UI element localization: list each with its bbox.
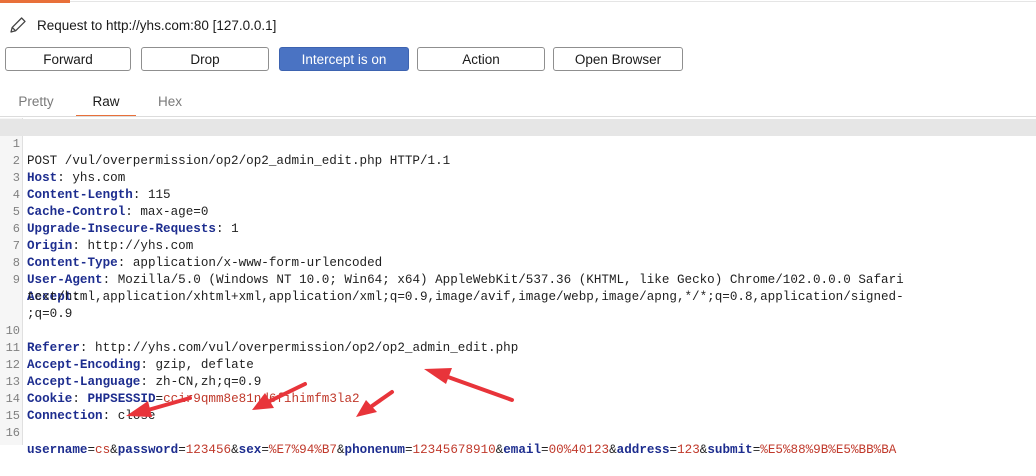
forward-button[interactable]: Forward <box>5 47 131 71</box>
arrow-icon <box>252 382 307 410</box>
request-info-bar: Request to http://yhs.com:80 [127.0.0.1] <box>8 14 276 36</box>
body-param-value: 123456 <box>185 443 232 457</box>
action-button[interactable]: Action <box>417 47 545 71</box>
intercept-toggle-button[interactable]: Intercept is on <box>279 47 409 71</box>
arrow-icon <box>356 390 394 417</box>
body-param-value: 123 <box>677 443 700 457</box>
body-param-value: cs <box>95 443 111 457</box>
top-divider <box>70 1 1036 2</box>
arrow-icon <box>126 396 192 417</box>
tab-raw[interactable]: Raw <box>76 87 136 117</box>
body-param-name: phonenum <box>344 443 405 457</box>
body-param-name: sex <box>238 443 262 457</box>
message-view-tabs: Pretty Raw Hex <box>0 87 1036 117</box>
body-param-name: address <box>616 443 670 457</box>
body-param-value: %E5%88%9B%E5%BB%BA <box>760 443 897 457</box>
annotation-arrows <box>126 368 514 417</box>
pencil-icon <box>10 17 26 33</box>
tab-hex[interactable]: Hex <box>140 87 200 115</box>
request-title: Request to http://yhs.com:80 [127.0.0.1] <box>37 17 277 33</box>
tab-pretty[interactable]: Pretty <box>6 87 66 115</box>
body-param-name: password <box>117 443 179 457</box>
body-param-value: 00%40123 <box>548 443 610 457</box>
body-param-value: %E7%94%B7 <box>268 443 337 457</box>
body-param-name: username <box>27 443 88 457</box>
request-editor[interactable]: 1 POST /vul/overpermission/op2/op2_admin… <box>0 118 1036 457</box>
body-param-value: 12345678910 <box>412 443 496 457</box>
top-accent-bar <box>0 0 70 3</box>
drop-button[interactable]: Drop <box>141 47 269 71</box>
arrow-icon <box>424 368 514 402</box>
open-browser-button[interactable]: Open Browser <box>553 47 683 71</box>
tabs-divider <box>0 116 1036 117</box>
body-param-name: email <box>503 443 542 457</box>
body-param-name: submit <box>707 443 753 457</box>
